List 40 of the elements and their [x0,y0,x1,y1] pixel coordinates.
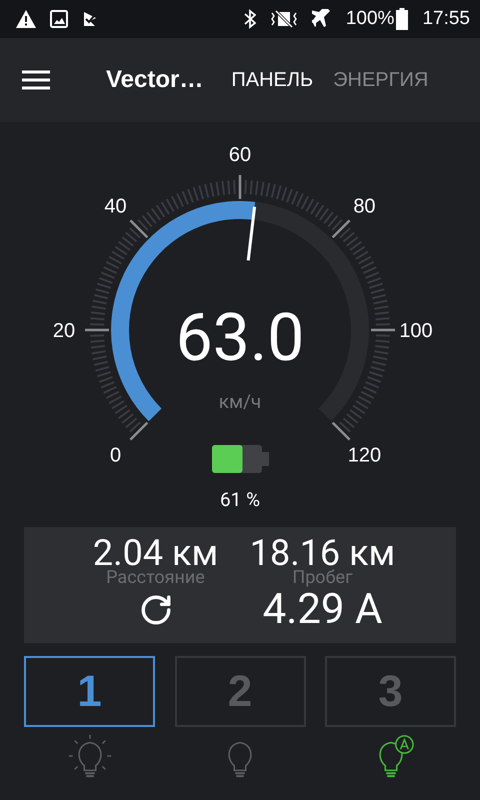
battery-icon [212,445,269,473]
scale-label: 60 [228,144,252,166]
major-tick [85,328,109,332]
scale-label: 120 [348,444,382,466]
distance-label: Расстояние [106,569,205,587]
speed-unit: км/ч [218,390,262,413]
image-icon [50,10,68,28]
bluetooth-icon [244,9,256,29]
refresh-button[interactable] [138,593,172,627]
mileage-label: Пробег [292,569,353,587]
needle [246,206,256,261]
battery-reading: 61 % [220,488,260,511]
speed-reading: 63.0 [176,300,304,377]
major-tick [371,328,395,332]
scale-label: 80 [353,196,376,218]
mode-button[interactable]: 2 [174,656,306,727]
clock: 17:55 [422,8,470,30]
airplane-icon [312,9,332,29]
app-title: Vector… [106,66,204,94]
major-tick [130,422,148,440]
tab[interactable]: ПАНЕЛЬ [225,68,320,92]
mode-button[interactable]: 3 [325,656,456,727]
major-tick [332,220,350,238]
menu-icon[interactable] [22,70,50,90]
scale-label: 40 [104,196,127,218]
vibrate-off-icon [270,9,298,29]
lightbulb-rays-icon [66,733,112,779]
major-tick [130,220,148,238]
mode-button[interactable]: 1 [24,656,155,727]
major-tick [332,422,350,440]
scale-label: 100 [399,320,433,342]
battery-percent: 100% [346,8,394,30]
battery-icon [396,8,408,30]
scale-label: 0 [110,444,122,466]
scale-label: 20 [52,320,76,342]
check-flag-icon [82,11,98,27]
major-tick [238,175,242,199]
warning-icon [16,10,36,28]
tab[interactable]: ЭНЕРГИЯ [327,68,434,92]
current-value: 4.29 А [262,587,382,633]
